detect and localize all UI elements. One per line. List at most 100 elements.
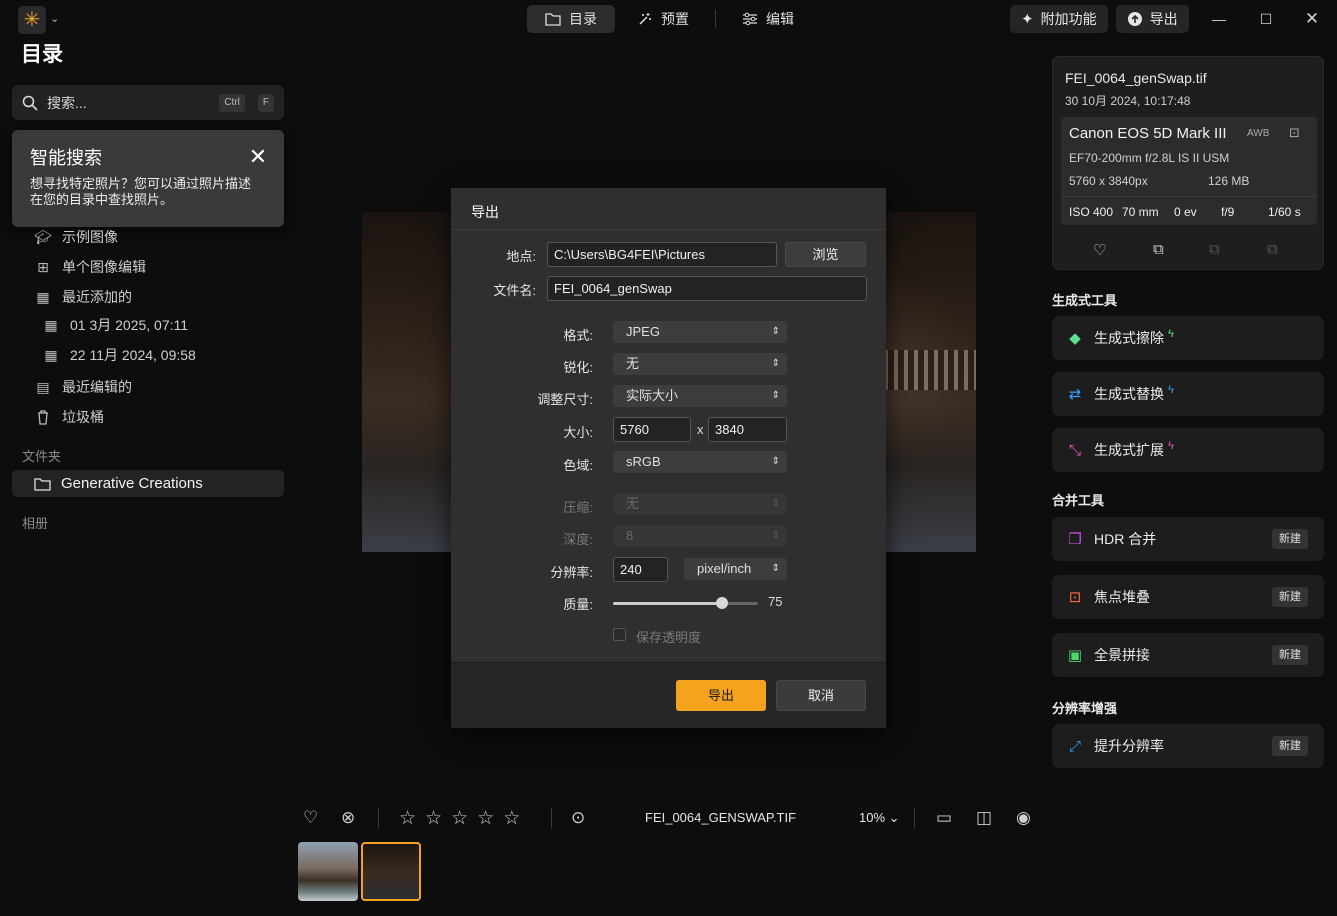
tab-edit[interactable]: 编辑 <box>724 5 812 33</box>
upscale-tool[interactable]: ⤢ 提升分辨率 新建 <box>1052 724 1324 768</box>
format-select[interactable]: JPEG ⇕ <box>613 321 787 343</box>
thumbnail[interactable] <box>298 842 358 901</box>
close-icon[interactable]: ✕ <box>248 146 268 168</box>
tool-label: 生成式替换 <box>1094 386 1164 402</box>
sharpen-select[interactable]: 无 ⇕ <box>613 353 787 375</box>
awb-label: AWB <box>1247 128 1270 139</box>
gen-expand-tool[interactable]: ⤡ 生成式扩展 ϟ <box>1052 428 1324 472</box>
expand-icon: ⤡ <box>1068 441 1081 459</box>
sidebar-item-trash[interactable]: 垃圾桶 <box>34 404 104 430</box>
new-badge: 新建 <box>1272 529 1308 549</box>
quality-slider-handle[interactable] <box>715 597 728 609</box>
sidebar-item-recently-edited[interactable]: ▤ 最近编辑的 <box>34 374 132 400</box>
star-icon[interactable]: ☆ <box>477 807 494 830</box>
graduation-cap-icon: 🎓︎ <box>34 228 52 245</box>
depth-select: 8 ⇕ <box>613 525 787 547</box>
app-logo[interactable]: ✳ <box>18 6 46 34</box>
export-dialog: 导出 地点: C:\Users\BG4FEI\Pictures 浏览 文件名: … <box>451 188 886 728</box>
eraser-icon: ◆ <box>1069 330 1081 347</box>
sharpen-label: 锐化: <box>563 360 593 375</box>
tab-presets[interactable]: 预置 <box>619 5 707 33</box>
export-button[interactable]: 导出 <box>676 680 766 711</box>
filename-field[interactable]: FEI_0064_genSwap <box>547 276 867 301</box>
cancel-button[interactable]: 取消 <box>776 680 866 711</box>
sidebar-item-single-edits[interactable]: ⊞ 单个图像编辑 <box>34 254 146 280</box>
focus-stack-tool[interactable]: ⊡ 焦点堆叠 新建 <box>1052 575 1324 619</box>
iso-value: ISO 400 <box>1069 205 1114 219</box>
aperture: f/9 <box>1221 205 1235 219</box>
upload-icon <box>1127 12 1142 26</box>
exposure-comp: 0 ev <box>1174 205 1197 219</box>
resolution-unit-select[interactable]: pixel/inch ⇕ <box>684 558 787 580</box>
location-label: 地点: <box>506 249 536 264</box>
more-icon[interactable]: ⊙ <box>571 808 585 828</box>
sidebar-item-recently-added[interactable]: ▦ 最近添加的 <box>34 284 132 310</box>
chevron-down-icon[interactable]: ⌄ <box>50 12 59 25</box>
tip-body: 想寻找特定照片？您可以通过照片描述在您的目录中查找照片。 <box>30 176 252 207</box>
thumbnail-selected[interactable] <box>361 842 421 901</box>
reject-icon[interactable]: ⊗ <box>341 808 355 828</box>
rotate-icon[interactable]: ⧉ <box>1153 241 1164 258</box>
resolution-unit-value: pixel/inch <box>697 561 752 576</box>
star-icon[interactable]: ☆ <box>503 807 520 830</box>
sidebar-item-label: 01 3月 2025, 07:11 <box>70 317 189 333</box>
folder-item[interactable]: Generative Creations <box>12 470 284 497</box>
sidebar-item-date-1[interactable]: ▦ 01 3月 2025, 07:11 <box>42 312 188 338</box>
quality-slider[interactable] <box>613 597 758 609</box>
search-input[interactable]: 搜索... Ctrl F <box>12 85 284 120</box>
resolution-label: 分辨率: <box>550 565 593 580</box>
minimize-icon[interactable]: — <box>1208 8 1230 30</box>
close-window-icon[interactable]: ✕ <box>1301 8 1323 30</box>
resolution-field[interactable]: 240 <box>613 557 668 582</box>
browse-button[interactable]: 浏览 <box>785 242 866 267</box>
export-top-button[interactable]: 导出 <box>1115 5 1189 33</box>
star-icon[interactable]: ☆ <box>425 807 442 830</box>
location-field[interactable]: C:\Users\BG4FEI\Pictures <box>547 242 777 267</box>
tool-label: 全景拼接 <box>1094 647 1150 663</box>
folder-icon <box>545 13 561 26</box>
image-info-card: FEI_0064_genSwap.tif 30 10月 2024, 10:17:… <box>1052 56 1324 270</box>
panorama-tool[interactable]: ▣ 全景拼接 新建 <box>1052 633 1324 677</box>
height-field[interactable]: 3840 <box>708 417 787 442</box>
maximize-icon[interactable]: ☐ <box>1255 8 1277 30</box>
tab-catalog[interactable]: 目录 <box>527 5 615 33</box>
tool-label: 生成式擦除 <box>1094 330 1164 346</box>
dialog-title: 导出 <box>471 204 499 220</box>
new-badge: 新建 <box>1272 587 1308 607</box>
heart-icon[interactable]: ♡ <box>1093 241 1106 259</box>
addons-label: 附加功能 <box>1040 11 1097 27</box>
eye-icon[interactable]: ◉ <box>1016 808 1031 828</box>
compare-icon[interactable]: ◫ <box>976 808 992 828</box>
sidebar-item-sample-images[interactable]: 🎓︎ 示例图像 <box>34 224 118 250</box>
gen-replace-tool[interactable]: ⇄ 生成式替换 ϟ <box>1052 372 1324 416</box>
top-actions: ✦ 附加功能 导出 <box>1010 5 1189 33</box>
star-icon[interactable]: ☆ <box>451 807 468 830</box>
sidebar-item-date-2[interactable]: ▦ 22 11月 2024, 09:58 <box>42 342 195 368</box>
copy-icon[interactable]: ⧉ <box>1209 241 1220 258</box>
addons-button[interactable]: ✦ 附加功能 <box>1010 5 1108 33</box>
star-icon[interactable]: ☆ <box>399 807 416 830</box>
filmstrip-icon[interactable]: ▭ <box>936 808 952 828</box>
info-actions: ♡ ⧉ ⧉ ⧉ <box>1053 241 1325 261</box>
sliders-icon <box>743 12 757 26</box>
mode-nav: 目录 预置 编辑 <box>527 5 812 33</box>
heart-icon[interactable]: ♡ <box>303 808 318 828</box>
hdr-merge-tool[interactable]: ❐ HDR 合并 新建 <box>1052 517 1324 561</box>
updown-icon: ⇕ <box>771 390 780 401</box>
paste-icon[interactable]: ⧉ <box>1267 241 1278 258</box>
divider <box>1061 196 1317 197</box>
colorspace-label: 色域: <box>563 458 593 473</box>
gen-erase-tool[interactable]: ◆ 生成式擦除 ϟ <box>1052 316 1324 360</box>
zoom-value: 10% <box>859 810 886 825</box>
dialog-header: 导出 <box>451 188 886 230</box>
tool-label: 焦点堆叠 <box>1094 589 1150 605</box>
sparkle-icon: ✦ <box>1021 11 1034 28</box>
resize-select[interactable]: 实际大小 ⇕ <box>613 385 787 407</box>
colorspace-select[interactable]: sRGB ⇕ <box>613 451 787 473</box>
replace-icon: ⇄ <box>1068 386 1082 403</box>
chevron-down-icon: ⌄ <box>888 810 900 825</box>
folder-label: Generative Creations <box>61 475 203 492</box>
zoom-control[interactable]: 10% ⌄ <box>859 810 900 826</box>
width-field[interactable]: 5760 <box>613 417 691 442</box>
info-date: 30 10月 2024, 10:17:48 <box>1065 94 1191 108</box>
